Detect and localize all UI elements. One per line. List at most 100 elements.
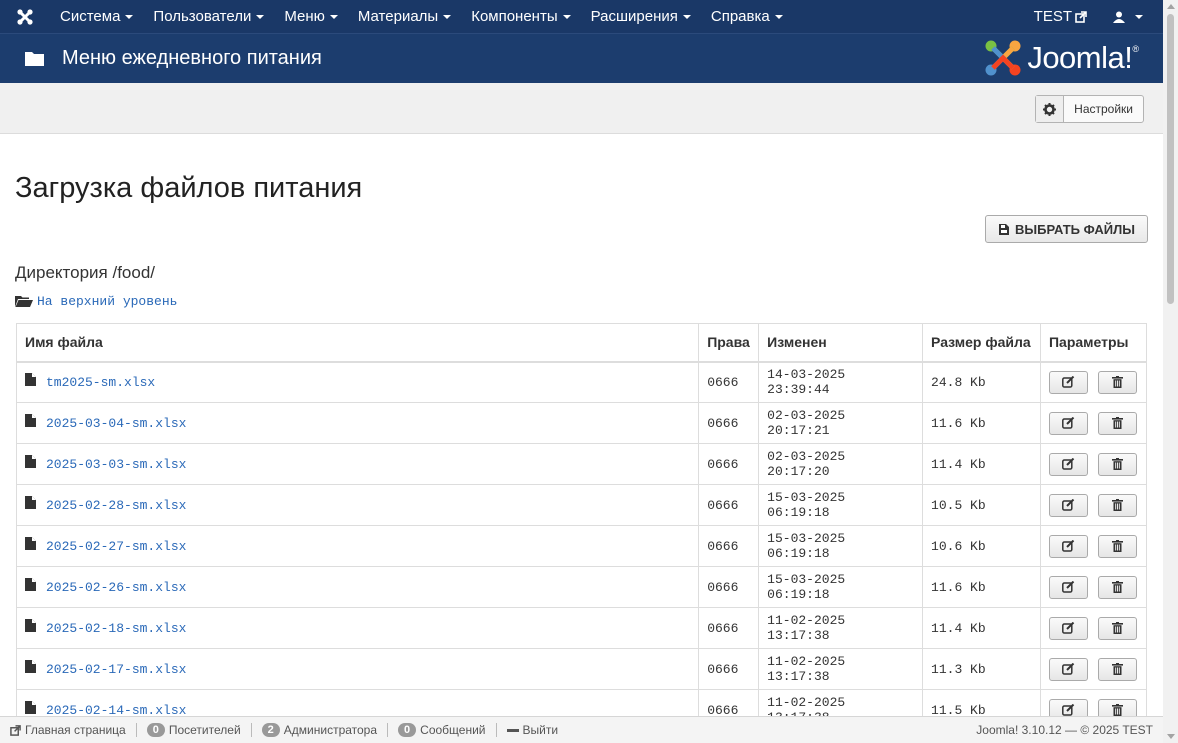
menu-label: Расширения — [590, 8, 678, 25]
file-link[interactable]: 2025-02-27-sm.xlsx — [25, 536, 690, 554]
file-size: 10.5 Kb — [922, 484, 1041, 526]
file-link[interactable]: 2025-03-03-sm.xlsx — [25, 454, 690, 472]
column-header-size[interactable]: Размер файла — [922, 323, 1041, 363]
caret-down-icon — [774, 14, 783, 19]
file-icon — [25, 413, 36, 427]
joomla-menu-icon[interactable] — [0, 0, 50, 33]
file-modified: 02-03-2025 20:17:21 — [758, 402, 924, 444]
edit-icon — [1062, 622, 1075, 634]
scroll-down-arrow-icon[interactable] — [1167, 734, 1175, 739]
file-link[interactable]: 2025-02-17-sm.xlsx — [25, 659, 690, 677]
trash-icon — [1111, 540, 1123, 552]
edit-button[interactable] — [1048, 616, 1088, 640]
delete-button[interactable] — [1097, 657, 1137, 681]
menu-label: Пользователи — [153, 8, 252, 25]
caret-down-icon — [443, 14, 452, 19]
upload-file-icon — [999, 223, 1009, 235]
file-name-cell: 2025-02-28-sm.xlsx — [15, 484, 700, 526]
delete-button[interactable] — [1097, 452, 1137, 476]
table-header-row: Имя файла Права Изменен Размер файла Пар… — [15, 323, 1148, 363]
file-actions — [1039, 443, 1148, 485]
messages-link[interactable]: 0 Сообщений — [388, 723, 497, 737]
menu-components[interactable]: Компоненты — [461, 0, 580, 33]
file-perm: 0666 — [698, 361, 760, 403]
file-link[interactable]: tm2025-sm.xlsx — [25, 372, 690, 390]
home-link[interactable]: Главная страница — [0, 723, 137, 737]
file-perm: 0666 — [698, 607, 760, 649]
folder-open-icon — [15, 296, 33, 307]
file-name-cell: tm2025-sm.xlsx — [15, 361, 700, 403]
edit-icon — [1062, 704, 1075, 716]
file-size: 24.8 Kb — [922, 361, 1041, 403]
edit-icon — [1062, 417, 1075, 429]
files-table: Имя файла Права Изменен Размер файла Пар… — [15, 323, 1148, 731]
home-label: Главная страница — [25, 723, 126, 737]
edit-button[interactable] — [1048, 534, 1088, 558]
file-link[interactable]: 2025-03-04-sm.xlsx — [25, 413, 690, 431]
settings-label: Настройки — [1074, 102, 1133, 116]
caret-down-icon — [329, 14, 338, 19]
trash-icon — [1111, 581, 1123, 593]
delete-button[interactable] — [1097, 575, 1137, 599]
site-link[interactable]: TEST — [1024, 0, 1103, 33]
menu-help[interactable]: Справка — [701, 0, 793, 33]
delete-button[interactable] — [1097, 370, 1137, 394]
logout-link[interactable]: Выйти — [497, 723, 569, 737]
edit-icon — [1062, 663, 1075, 675]
menu-extensions[interactable]: Расширения — [581, 0, 701, 33]
version-info: Joomla! 3.10.12 — © 2025 TEST — [976, 723, 1153, 737]
delete-button[interactable] — [1097, 534, 1137, 558]
scroll-thumb[interactable] — [1167, 14, 1174, 304]
caret-down-icon — [1135, 14, 1143, 19]
logout-label: Выйти — [522, 723, 559, 737]
edit-button[interactable] — [1048, 493, 1088, 517]
file-actions — [1039, 607, 1148, 649]
column-header-name[interactable]: Имя файла — [15, 323, 700, 363]
file-perm: 0666 — [698, 443, 760, 485]
edit-button[interactable] — [1048, 411, 1088, 435]
file-icon — [25, 372, 36, 386]
file-link[interactable]: 2025-02-28-sm.xlsx — [25, 495, 690, 513]
file-link[interactable]: 2025-02-18-sm.xlsx — [25, 618, 690, 636]
trash-icon — [1111, 499, 1123, 511]
column-header-modified[interactable]: Изменен — [758, 323, 924, 363]
select-files-button[interactable]: ВЫБРАТЬ ФАЙЛЫ — [985, 215, 1148, 243]
trash-icon — [1111, 458, 1123, 470]
file-actions — [1039, 484, 1148, 526]
menu-menus[interactable]: Меню — [274, 0, 348, 33]
user-menu[interactable] — [1103, 0, 1163, 33]
settings-button[interactable]: Настройки — [1035, 95, 1144, 123]
file-size: 10.6 Kb — [922, 525, 1041, 567]
edit-button[interactable] — [1048, 657, 1088, 681]
registered-mark: ® — [1132, 44, 1139, 54]
edit-button[interactable] — [1048, 370, 1088, 394]
visitors-count-badge: 0 — [146, 723, 165, 737]
trash-icon — [1111, 663, 1123, 675]
file-actions — [1039, 566, 1148, 608]
admins-count-badge: 2 — [261, 723, 280, 737]
delete-button[interactable] — [1097, 616, 1137, 640]
column-header-params: Параметры — [1039, 323, 1148, 363]
scroll-up-arrow-icon[interactable] — [1167, 4, 1175, 9]
directory-label: Директория /food/ — [15, 263, 156, 282]
delete-button[interactable] — [1097, 493, 1137, 517]
delete-button[interactable] — [1097, 411, 1137, 435]
menu-system[interactable]: Система — [50, 0, 143, 33]
edit-button[interactable] — [1048, 452, 1088, 476]
menu-content[interactable]: Материалы — [348, 0, 461, 33]
messages-label: Сообщений — [420, 723, 486, 737]
table-row: 2025-02-26-sm.xlsx 0666 15-03-2025 06:19:1… — [15, 566, 1148, 608]
top-navbar: Система Пользователи Меню Материалы Комп… — [0, 0, 1163, 33]
up-level-link[interactable]: На верхний уровень — [15, 294, 177, 309]
joomla-logo: Joomla! ® — [983, 38, 1139, 78]
admins-label: Администратора — [283, 723, 378, 737]
edit-button[interactable] — [1048, 575, 1088, 599]
file-icon — [25, 700, 36, 714]
menu-label: Система — [60, 8, 121, 25]
page-scrollbar[interactable] — [1163, 0, 1178, 743]
file-actions — [1039, 402, 1148, 444]
file-link[interactable]: 2025-02-26-sm.xlsx — [25, 577, 690, 595]
menu-users[interactable]: Пользователи — [143, 0, 274, 33]
file-icon — [25, 536, 36, 550]
column-header-perm[interactable]: Права — [698, 323, 760, 363]
